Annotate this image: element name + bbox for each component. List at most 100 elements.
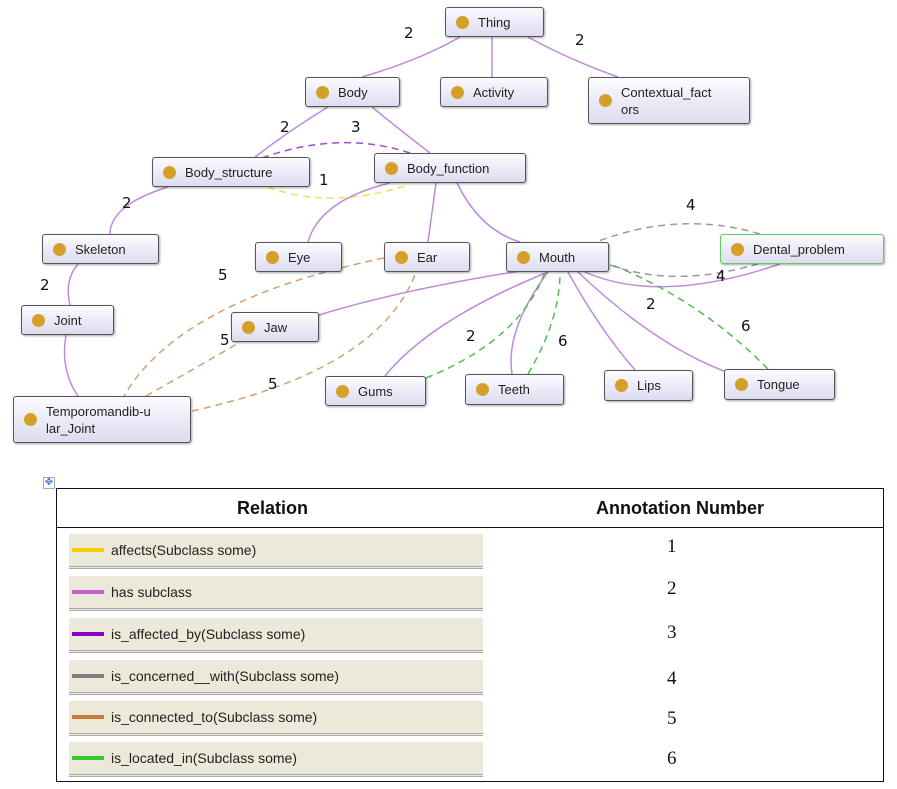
node-joint[interactable]: Joint bbox=[21, 305, 114, 335]
node-body-function[interactable]: Body_function bbox=[374, 153, 526, 183]
node-contextual-factors[interactable]: Contextual_fact ors bbox=[588, 77, 750, 124]
legend-row: is_connected_to(Subclass some) bbox=[69, 701, 483, 736]
class-icon bbox=[731, 242, 744, 256]
annotation-label: 2 bbox=[646, 295, 656, 313]
ontology-graph: Thing Body Activity Contextual_fact ors … bbox=[0, 0, 897, 460]
legend-row: is_concerned__with(Subclass some) bbox=[69, 660, 483, 695]
class-icon bbox=[32, 313, 45, 327]
node-tongue[interactable]: Tongue bbox=[724, 369, 835, 400]
class-icon bbox=[476, 383, 489, 396]
node-ear[interactable]: Ear bbox=[384, 242, 470, 272]
edge-has-subclass bbox=[67, 263, 79, 306]
annotation-label: 2 bbox=[122, 194, 132, 212]
edge-has-subclass bbox=[318, 270, 521, 316]
class-icon bbox=[242, 320, 255, 334]
edge-has-subclass bbox=[510, 271, 549, 375]
annotation-label: 1 bbox=[319, 171, 329, 189]
edge-has-subclass bbox=[63, 334, 79, 397]
relation-color-swatch bbox=[72, 756, 104, 760]
node-body[interactable]: Body bbox=[305, 77, 400, 107]
header-relation: Relation bbox=[237, 498, 309, 518]
relation-label: has subclass bbox=[111, 584, 192, 600]
annotation-number: 5 bbox=[667, 708, 677, 729]
relation-color-swatch bbox=[72, 548, 104, 552]
node-skeleton[interactable]: Skeleton bbox=[42, 234, 159, 264]
node-teeth[interactable]: Teeth bbox=[465, 374, 564, 405]
relation-label: is_concerned__with(Subclass some) bbox=[111, 668, 339, 684]
class-icon bbox=[451, 85, 464, 99]
legend-row: has subclass bbox=[69, 576, 483, 611]
node-label: Skeleton bbox=[75, 241, 126, 257]
relation-color-swatch bbox=[72, 674, 104, 678]
class-icon bbox=[735, 378, 748, 391]
legend-row: affects(Subclass some) bbox=[69, 534, 483, 569]
node-label: Lips bbox=[637, 378, 661, 393]
relation-color-swatch bbox=[72, 715, 104, 719]
edge-is-located-in bbox=[527, 271, 561, 375]
edge-has-subclass bbox=[307, 182, 391, 243]
annotation-label: 5 bbox=[218, 266, 228, 284]
annotation-label: 5 bbox=[220, 331, 230, 349]
class-icon bbox=[517, 250, 530, 264]
edge-is-connected-to bbox=[145, 341, 241, 397]
relation-label: is_located_in(Subclass some) bbox=[111, 750, 297, 766]
node-thing[interactable]: Thing bbox=[445, 7, 544, 37]
node-eye[interactable]: Eye bbox=[255, 242, 342, 272]
node-jaw[interactable]: Jaw bbox=[231, 312, 319, 342]
node-label: Thing bbox=[478, 14, 511, 30]
node-label: Dental_problem bbox=[753, 241, 845, 257]
node-label: Eye bbox=[288, 249, 311, 265]
edge-has-subclass bbox=[109, 186, 169, 235]
annotation-number: 4 bbox=[667, 668, 677, 689]
annotation-label: 5 bbox=[268, 375, 278, 393]
node-label: Activity bbox=[473, 84, 515, 100]
annotation-label: 2 bbox=[404, 24, 414, 42]
node-label: Body_function bbox=[407, 160, 490, 176]
node-label: Gums bbox=[358, 383, 393, 399]
table-move-handle[interactable]: ✥ bbox=[43, 477, 55, 489]
legend-row: is_located_in(Subclass some) bbox=[69, 742, 483, 777]
class-icon bbox=[53, 242, 66, 256]
class-icon bbox=[615, 379, 628, 392]
edge-has-subclass bbox=[584, 263, 781, 288]
relation-label: is_connected_to(Subclass some) bbox=[111, 709, 318, 725]
annotation-label: 3 bbox=[351, 118, 361, 136]
node-label: Body_structure bbox=[185, 164, 273, 180]
node-temporomandibular-joint[interactable]: Temporomandib-u lar_Joint bbox=[13, 396, 191, 443]
annotation-label: 2 bbox=[575, 31, 585, 49]
node-mouth[interactable]: Mouth bbox=[506, 242, 609, 272]
legend-table: Relation Annotation Number affects(Subcl… bbox=[56, 488, 884, 782]
relation-label: is_affected_by(Subclass some) bbox=[111, 626, 306, 642]
node-dental-problem[interactable]: Dental_problem bbox=[720, 234, 884, 264]
edge-has-subclass bbox=[427, 182, 437, 243]
node-gums[interactable]: Gums bbox=[325, 376, 426, 406]
node-activity[interactable]: Activity bbox=[440, 77, 548, 107]
legend-row: is_affected_by(Subclass some) bbox=[69, 618, 483, 653]
edge-has-subclass bbox=[527, 36, 619, 78]
relation-color-swatch bbox=[72, 632, 104, 636]
node-label: Ear bbox=[417, 249, 438, 265]
legend-header: Relation Annotation Number bbox=[57, 489, 883, 528]
class-icon bbox=[266, 250, 279, 264]
class-icon bbox=[24, 413, 37, 426]
edge-has-subclass bbox=[361, 36, 461, 78]
node-body-structure[interactable]: Body_structure bbox=[152, 157, 310, 187]
class-icon bbox=[163, 165, 176, 179]
annotation-label: 2 bbox=[40, 276, 50, 294]
annotation-number: 3 bbox=[667, 622, 677, 643]
annotation-number: 1 bbox=[667, 536, 677, 557]
node-label: Teeth bbox=[498, 382, 530, 397]
node-label: Joint bbox=[54, 312, 82, 328]
annotation-label: 2 bbox=[466, 327, 476, 345]
annotation-label: 4 bbox=[686, 196, 696, 214]
class-icon bbox=[456, 15, 469, 29]
node-lips[interactable]: Lips bbox=[604, 370, 693, 401]
annotation-label: 6 bbox=[741, 317, 751, 335]
node-label: Tongue bbox=[757, 377, 800, 392]
annotation-number: 6 bbox=[667, 748, 677, 769]
annotation-label: 2 bbox=[280, 118, 290, 136]
node-label: Contextual_fact ors bbox=[621, 84, 712, 117]
annotation-number: 2 bbox=[667, 578, 677, 599]
class-icon bbox=[395, 250, 408, 264]
relation-color-swatch bbox=[72, 590, 104, 594]
